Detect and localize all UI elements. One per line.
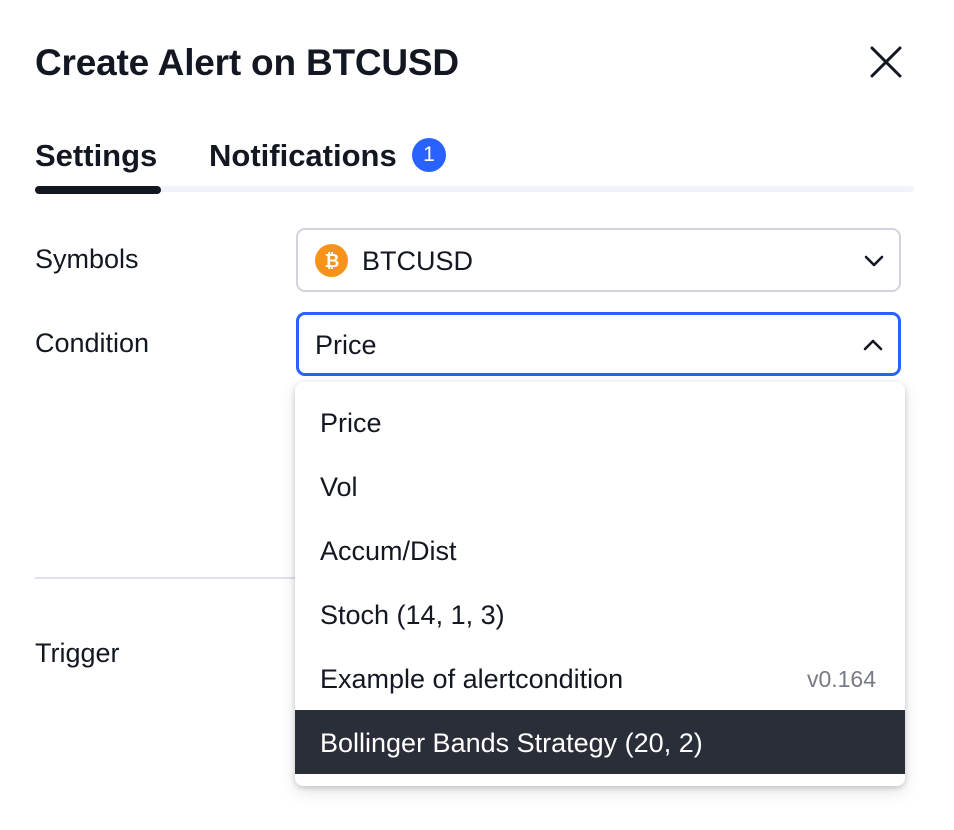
- symbols-select[interactable]: ₿ BTCUSD: [296, 228, 901, 292]
- option-label: Price: [320, 408, 382, 438]
- svg-text:₿: ₿: [324, 251, 339, 272]
- active-tab-indicator: [35, 186, 161, 194]
- bitcoin-icon: ₿: [315, 244, 348, 277]
- chevron-up-icon: [863, 339, 883, 351]
- dropdown-option-bollinger-bands-strategy[interactable]: Bollinger Bands Strategy (20, 2): [295, 710, 905, 774]
- tab-notifications[interactable]: Notifications: [209, 138, 397, 174]
- option-label: Bollinger Bands Strategy (20, 2): [320, 728, 703, 758]
- dropdown-option-example-alertcondition[interactable]: Example of alertcondition v0.164: [295, 646, 905, 710]
- tab-track: [35, 186, 914, 192]
- option-version: v0.164: [806, 666, 876, 692]
- notifications-count-badge: 1: [412, 138, 446, 172]
- close-icon: [870, 46, 902, 78]
- symbols-label: Symbols: [35, 244, 139, 274]
- option-label: Vol: [320, 472, 358, 502]
- chevron-down-icon: [864, 255, 884, 267]
- dropdown-option-stoch[interactable]: Stoch (14, 1, 3): [295, 582, 905, 646]
- condition-label: Condition: [35, 328, 150, 358]
- option-label: Accum/Dist: [320, 536, 457, 566]
- close-button[interactable]: [864, 40, 908, 84]
- condition-select[interactable]: Price: [296, 312, 901, 376]
- create-alert-dialog: Create Alert on BTCUSD Settings Notifica…: [0, 0, 954, 830]
- dropdown-option-accum-dist[interactable]: Accum/Dist: [295, 518, 905, 582]
- option-label: Example of alertcondition: [320, 664, 624, 694]
- tab-settings[interactable]: Settings: [35, 138, 157, 174]
- dialog-title: Create Alert on BTCUSD: [35, 42, 459, 83]
- condition-value: Price: [315, 330, 377, 360]
- tab-bar: Settings Notifications 1: [35, 130, 914, 194]
- section-divider: [35, 577, 297, 579]
- symbols-value: BTCUSD: [362, 246, 474, 276]
- dropdown-option-price[interactable]: Price: [295, 390, 905, 454]
- option-label: Stoch (14, 1, 3): [320, 600, 505, 630]
- trigger-label: Trigger: [35, 638, 120, 668]
- condition-dropdown-menu: Price Vol Accum/Dist Stoch (14, 1, 3) Ex…: [295, 382, 905, 786]
- dropdown-option-vol[interactable]: Vol: [295, 454, 905, 518]
